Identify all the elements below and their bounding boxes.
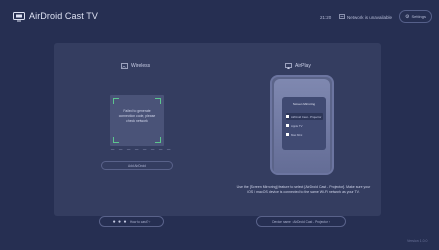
airplay-icon [285, 63, 292, 69]
cast-panel: Wireless Failed to generate connection c… [54, 43, 381, 227]
how-to-cast-label: How to cast? › [129, 219, 151, 224]
screen-mirroring-title: Screen Mirroring [292, 102, 316, 106]
app-title: AirDroid Cast TV [29, 11, 98, 21]
gear-icon: ⚙ [405, 13, 410, 20]
wireless-title: Wireless [121, 63, 150, 69]
indicator-dots: ● ● ● [112, 218, 127, 225]
phone-menu-item: Apple TV [286, 122, 323, 129]
settings-label: Settings [411, 14, 426, 19]
add-device-button[interactable]: Add AirDroid [101, 161, 173, 170]
wireless-icon [121, 63, 128, 69]
network-status-label: Network is unavailable [347, 15, 393, 20]
phone-menu-item: Mac Mini [286, 131, 323, 138]
how-to-cast-button[interactable]: ● ● ● How to cast? › [99, 216, 164, 227]
airplay-title-label: AirPlay [295, 63, 311, 69]
top-bar: AirDroid Cast TV 21:20 Network is unavai… [0, 0, 439, 40]
clock: 21:20 [320, 15, 332, 20]
connection-error-message: Failed to generate connection code, plea… [118, 109, 156, 123]
phone-menu-item: AirDroid Cast - Projector [286, 113, 323, 120]
device-name-button[interactable]: Device name : AirDroid Cast - Projector … [256, 216, 346, 227]
connection-code: _ _ _ _ _ _ _ _ [111, 144, 172, 150]
airplay-instructions: Use the [Screen Mirroring] feature to se… [236, 185, 371, 194]
version-label: Version 1.0.0 [407, 239, 428, 243]
wifi-icon [339, 14, 345, 19]
cast-logo-icon [13, 12, 25, 22]
settings-button[interactable]: ⚙ Settings [399, 10, 432, 23]
wireless-title-label: Wireless [131, 63, 151, 69]
screen-mirroring-menu: Screen Mirroring AirDroid Cast - Project… [282, 97, 326, 150]
connection-code-box: Failed to generate connection code, plea… [110, 95, 164, 146]
airplay-title: AirPlay [285, 63, 311, 69]
phone-illustration: Screen Mirroring AirDroid Cast - Project… [270, 75, 334, 175]
